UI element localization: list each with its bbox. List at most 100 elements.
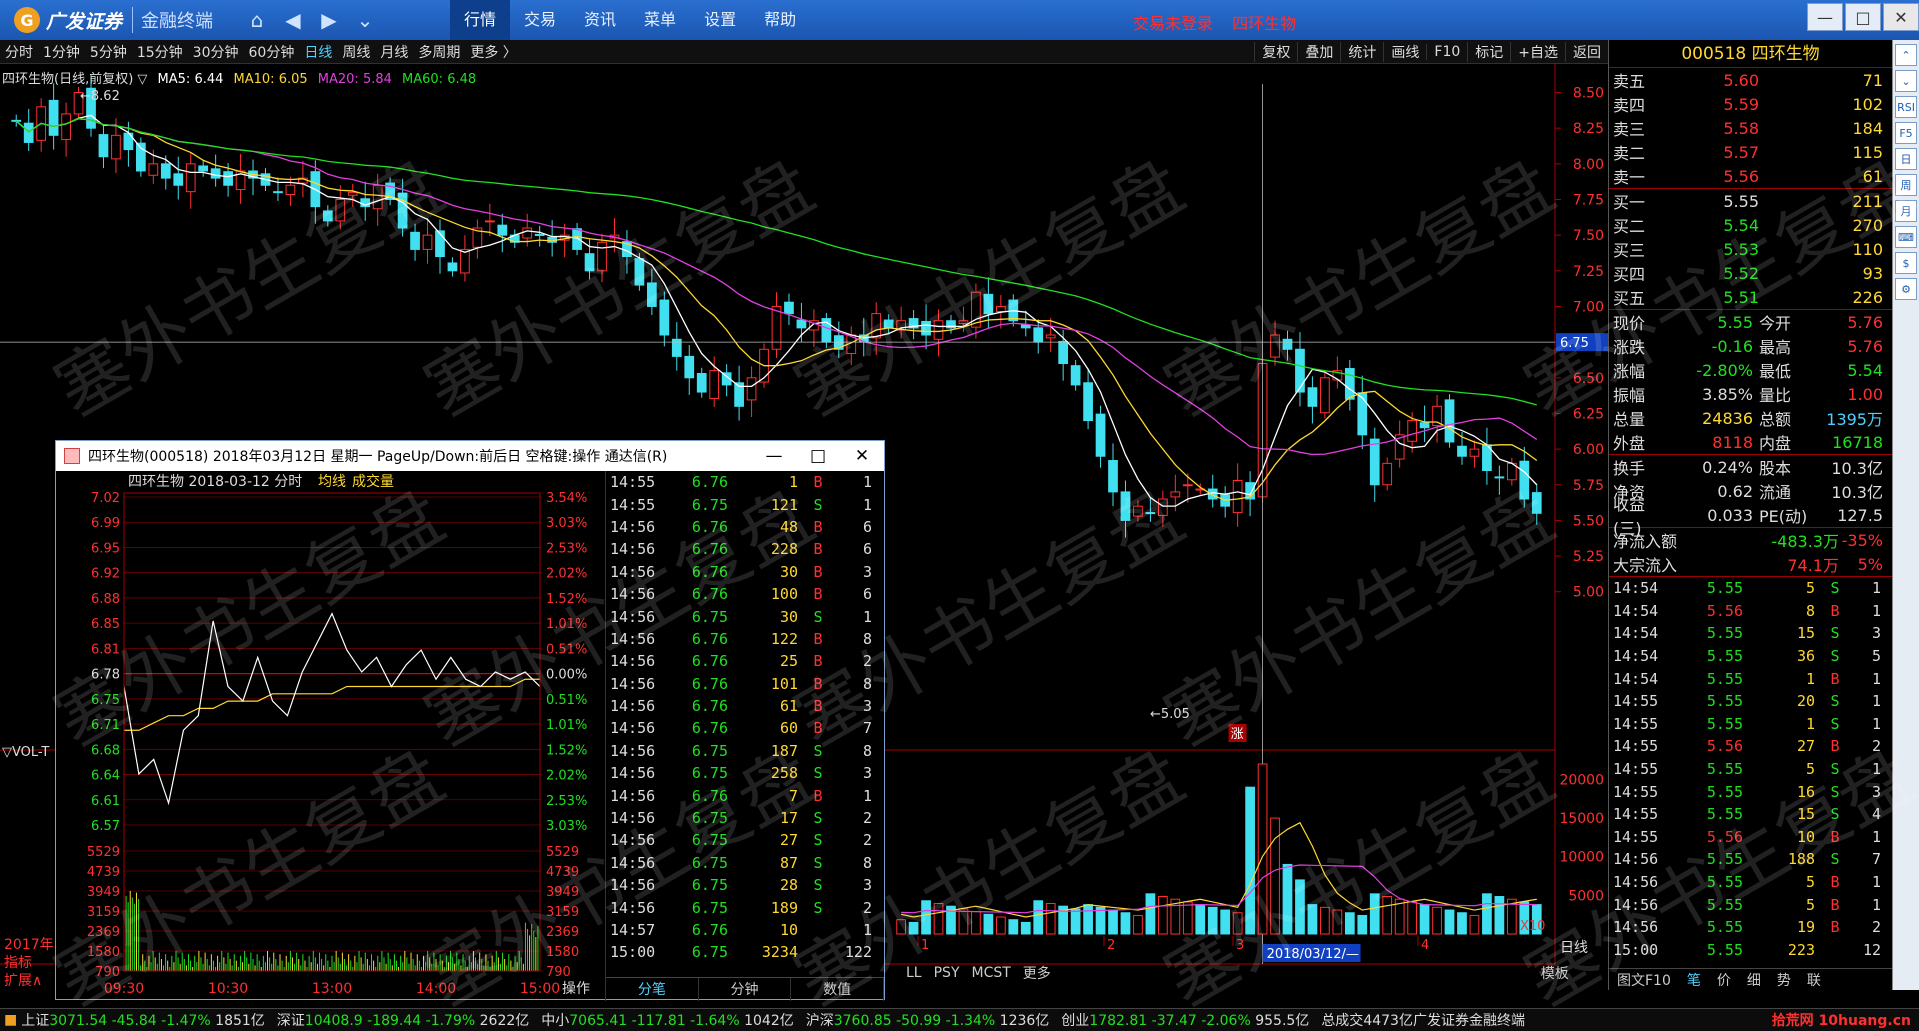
realtime-tick-row: 14:55 5.56 27 B 2 <box>1609 735 1892 758</box>
tick-volume: 5 <box>1805 895 1815 914</box>
trade-stock[interactable]: 四环生物 <box>1232 14 1296 33</box>
intraday-price-label: 6.88 <box>91 592 120 607</box>
index-pct: -1.47% <box>161 1013 216 1029</box>
level-volume: 184 <box>1852 118 1883 138</box>
stat-value-2: 5.76 <box>1847 336 1883 356</box>
quote-tab-3[interactable]: 细 <box>1739 970 1769 990</box>
quote-tab-1[interactable]: 笔 <box>1679 970 1709 990</box>
stat-value: 24836 <box>1702 408 1753 428</box>
tick-volume: 5 <box>1805 873 1815 892</box>
minimize-button[interactable]: — <box>1807 3 1843 31</box>
intraday-chart[interactable]: 四环生物 2018-03-12 分时 均线 成交量 7.02 3.54% 6.99 3.0… <box>56 471 605 1001</box>
index-quote[interactable]: 深证10408.9 -189.44 -1.79% 2622亿 <box>277 1010 529 1030</box>
volume-bar <box>1419 904 1430 935</box>
candle-body <box>1145 512 1156 515</box>
menu-0[interactable]: 行情 <box>450 0 511 40</box>
tick-volume: 36 <box>1796 647 1815 666</box>
side-tool-icon[interactable]: ⌨ <box>1895 226 1917 248</box>
side-tool-icon[interactable]: F5 <box>1895 122 1917 144</box>
period-tab-9[interactable]: 多周期 <box>413 42 465 62</box>
period-tab-7[interactable]: 周线 <box>337 42 375 62</box>
tool-button-4[interactable]: F10 <box>1426 44 1467 60</box>
menu-4[interactable]: 设置 <box>690 0 750 40</box>
popup-titlebar: 四环生物(000518) 2018年03月12日 星期一 PageUp/Down… <box>56 441 884 471</box>
quote-tab-4[interactable]: 势 <box>1769 970 1799 990</box>
forward-icon[interactable]: ▶ <box>314 5 344 35</box>
index-quote[interactable]: 中小7065.41 -117.81 -1.64% 1042亿 <box>541 1010 793 1030</box>
candle-body <box>223 171 233 186</box>
volume-bar <box>1095 906 1106 935</box>
period-tab-8[interactable]: 月线 <box>375 42 413 62</box>
realtime-tick-row: 14:56 5.55 5 B 1 <box>1609 893 1892 916</box>
popup-tick-list[interactable]: 14:55 6.76 1 B 1 14:55 6.75 121 S 1 14:56 6.76 48 B 6 1… <box>605 471 885 1001</box>
tool-button-0[interactable]: 复权 <box>1254 42 1297 62</box>
period-tab-0[interactable]: 分时 <box>0 42 38 62</box>
side-tool-icon[interactable]: ⚙ <box>1895 278 1917 300</box>
price-tick-label: 8.50 <box>1573 86 1604 102</box>
price-tick-label: 5.50 <box>1573 513 1604 529</box>
side-tool-icon[interactable]: 日 <box>1895 148 1917 170</box>
corner-logo: 拾荒网 10huang.cn <box>1771 1013 1911 1029</box>
indicator-tab-0[interactable]: LL <box>900 965 928 981</box>
home-icon[interactable]: ⌂ <box>242 5 272 35</box>
tick-time: 14:56 <box>610 629 656 648</box>
menu-3[interactable]: 菜单 <box>630 0 690 40</box>
volume-bar <box>1120 912 1131 935</box>
side-tool-icon[interactable]: 周 <box>1895 174 1917 196</box>
close-button[interactable]: ✕ <box>1883 3 1919 31</box>
indicator-tab-3[interactable]: 更多 <box>1017 963 1057 983</box>
popup-close-button[interactable]: ✕ <box>840 441 884 471</box>
stat-value-2: 5.76 <box>1847 312 1883 332</box>
maximize-button[interactable]: □ <box>1845 3 1881 31</box>
back-icon[interactable]: ◀ <box>278 5 308 35</box>
index-quote[interactable]: 沪深3760.85 -50.99 -1.34% 1236亿 <box>806 1010 1050 1030</box>
period-tab-10[interactable]: 更多 〉 <box>465 42 521 62</box>
index-quote[interactable]: 创业1782.81 -37.47 -2.06% 955.5亿 <box>1061 1010 1309 1030</box>
intraday-popup[interactable]: 四环生物(000518) 2018年03月12日 星期一 PageUp/Down… <box>55 440 885 1001</box>
realtime-tick-row: 14:55 5.55 5 S 1 <box>1609 758 1892 781</box>
tool-button-5[interactable]: 标记 <box>1467 42 1510 62</box>
period-tab-3[interactable]: 15分钟 <box>132 42 188 62</box>
period-tab-1[interactable]: 1分钟 <box>38 42 85 62</box>
tool-button-6[interactable]: +自选 <box>1510 42 1565 62</box>
quote-tab-2[interactable]: 价 <box>1709 970 1739 990</box>
candle-body <box>1070 365 1081 386</box>
period-tab-6[interactable]: 日线 <box>299 42 337 62</box>
side-tool-icon[interactable]: $ <box>1895 252 1917 274</box>
popup-minimize-button[interactable]: — <box>752 441 796 471</box>
tick-price: 5.55 <box>1706 782 1743 801</box>
popup-maximize-button[interactable]: □ <box>796 441 840 471</box>
side-tool-icon[interactable]: ⌄ <box>1895 70 1917 92</box>
expand-icon[interactable]: ⌄ <box>350 5 380 35</box>
side-tool-icon[interactable]: 月 <box>1895 200 1917 222</box>
side-tool-icon[interactable]: RSI <box>1895 96 1917 118</box>
tick-row: 14:56 6.76 228 B 6 <box>606 538 884 560</box>
period-tab-4[interactable]: 30分钟 <box>188 42 244 62</box>
intraday-pct-label: 2.53% <box>546 794 587 809</box>
indicator-tab-1[interactable]: PSY <box>928 965 966 981</box>
quote-tab-5[interactable]: 联 <box>1799 970 1829 990</box>
trade-status[interactable]: 交易未登录 <box>1133 14 1213 33</box>
tool-button-3[interactable]: 画线 <box>1383 42 1426 62</box>
index-amount: 2622亿 <box>479 1013 530 1029</box>
menu-2[interactable]: 资讯 <box>570 0 630 40</box>
tool-button-7[interactable]: 返回 <box>1565 42 1608 62</box>
tool-button-1[interactable]: 叠加 <box>1297 42 1340 62</box>
tick-count: 1 <box>1871 827 1881 846</box>
index-quote[interactable]: 上证3071.54 -45.84 -1.47% 1851亿 <box>21 1010 265 1030</box>
indicator-tab-2[interactable]: MCST <box>966 965 1017 981</box>
period-tab-5[interactable]: 60分钟 <box>244 42 300 62</box>
quote-title[interactable]: 000518 四环生物 <box>1609 40 1892 68</box>
tool-button-2[interactable]: 统计 <box>1340 42 1383 62</box>
volume-bar <box>1320 906 1330 935</box>
period-tab-2[interactable]: 5分钟 <box>85 42 132 62</box>
indicator-tab-4[interactable]: 模板 <box>1535 963 1575 983</box>
tick-row: 14:56 6.76 30 B 3 <box>606 561 884 583</box>
quote-tab-0[interactable]: 图文F10 <box>1609 970 1679 990</box>
tick-price: 6.76 <box>691 585 728 604</box>
stat-value: -2.80% <box>1696 360 1753 380</box>
menu-5[interactable]: 帮助 <box>750 0 810 40</box>
menu-1[interactable]: 交易 <box>510 0 570 40</box>
tick-side: B <box>1830 918 1840 937</box>
side-tool-icon[interactable]: ⌃ <box>1895 44 1917 66</box>
